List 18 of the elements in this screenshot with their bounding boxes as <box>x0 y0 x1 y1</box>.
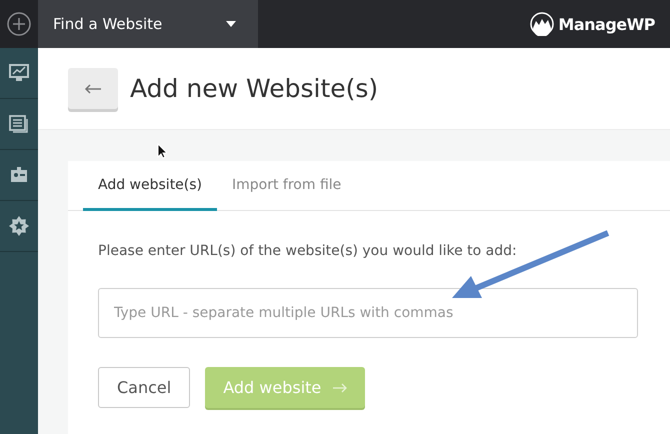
url-field[interactable]: Type URL - separate multiple URLs with commas <box>98 288 638 338</box>
star-badge-icon[interactable] <box>9 216 29 236</box>
logo-icon <box>530 12 554 36</box>
add-icon[interactable] <box>7 12 31 36</box>
tab[interactable]: Add website(s) <box>83 161 218 211</box>
logo-text: ManageWP <box>558 14 655 34</box>
prompt-text: Please enter URL(s) of the website(s) you would like to add: <box>98 243 518 259</box>
caret-icon <box>226 21 236 27</box>
tab[interactable]: Import from file <box>217 161 356 211</box>
left-arrow-icon <box>84 84 102 94</box>
cancel-button[interactable]: Cancel <box>98 367 190 408</box>
monitor-chart-icon[interactable] <box>9 64 29 82</box>
site-select[interactable]: Find a Website <box>38 0 258 48</box>
page-title: Add new Website(s) <box>130 74 378 103</box>
id-badge-icon[interactable] <box>10 167 28 183</box>
right-arrow-icon <box>333 382 348 392</box>
cursor-icon <box>157 143 167 159</box>
list-icon[interactable] <box>9 115 29 133</box>
